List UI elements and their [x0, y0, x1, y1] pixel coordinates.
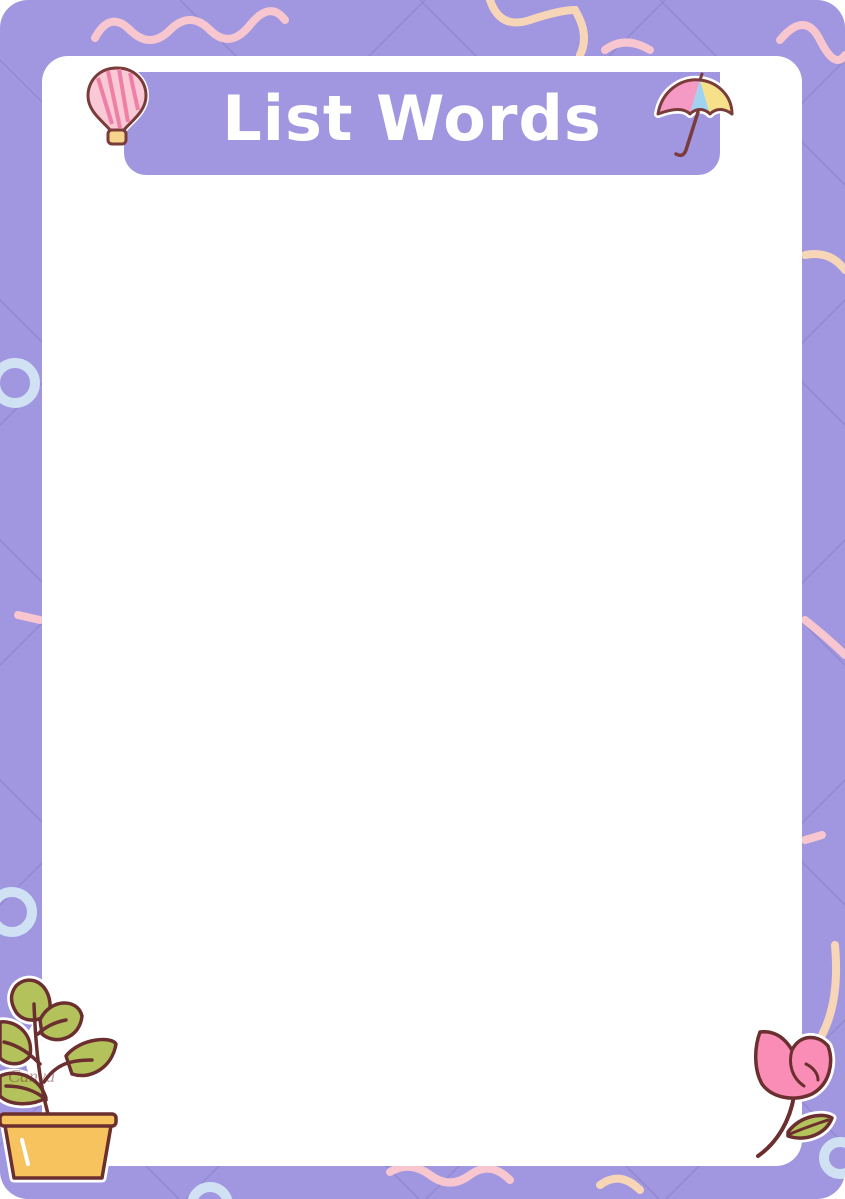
watermark-text: Canva: [8, 1066, 55, 1086]
worksheet-page: List Words Canva: [0, 0, 845, 1199]
writing-area: [42, 56, 802, 1166]
potted-plant-icon: Canva: [0, 975, 121, 1183]
tulip-icon: [751, 1027, 837, 1160]
umbrella-icon: [654, 72, 736, 158]
page-title: List Words: [222, 82, 602, 155]
title-banner: List Words: [124, 72, 720, 175]
hot-air-balloon-icon: [84, 64, 150, 146]
